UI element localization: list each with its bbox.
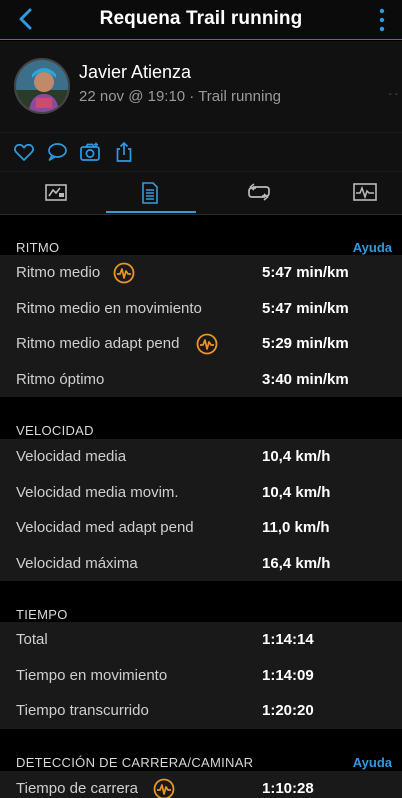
stat-label: Velocidad máxima [16, 554, 138, 572]
section-header-tiempo: TIEMPO [0, 582, 402, 622]
tab-laps[interactable] [212, 172, 304, 215]
stat-value: 1:14:09 [262, 666, 314, 684]
stat-row: Ritmo medio 5:47 min/km [0, 255, 402, 291]
stat-row: Ritmo medio en movimiento 5:47 min/km [0, 291, 402, 327]
activity-profile-header: Javier Atienza 22 nov @ 19:10 · Trail ru… [0, 41, 402, 133]
stat-row: Tiempo de carrera 1:10:28 [0, 771, 402, 798]
stat-value: 3:40 min/km [262, 370, 349, 388]
activity-tabs [0, 171, 402, 215]
section-title: VELOCIDAD [16, 423, 94, 438]
charts-icon [353, 183, 377, 201]
stat-row: Velocidad media 10,4 km/h [0, 439, 402, 475]
active-tab-indicator [106, 211, 196, 213]
stat-label: Ritmo óptimo [16, 370, 105, 388]
stat-label: Tiempo de carrera [16, 780, 138, 797]
stat-label: Tiempo transcurrido [16, 702, 149, 719]
performance-wave-icon[interactable] [196, 333, 218, 355]
stat-value: 10,4 km/h [262, 448, 331, 465]
kebab-menu-icon[interactable] [378, 8, 386, 32]
performance-wave-icon[interactable] [153, 778, 175, 798]
tab-stats[interactable] [104, 172, 196, 215]
help-link[interactable]: Ayuda [353, 240, 392, 255]
top-bar: Requena Trail running [0, 0, 402, 40]
stat-value: 16,4 km/h [262, 554, 331, 572]
placeholder-dash: - - [388, 89, 398, 100]
share-icon[interactable] [113, 141, 135, 163]
camera-icon[interactable] [79, 141, 101, 163]
section-title: TIEMPO [16, 607, 68, 622]
stat-label: Ritmo medio adapt pend [16, 335, 180, 352]
stat-row: Ritmo óptimo 3:40 min/km [0, 362, 402, 398]
heart-icon[interactable] [13, 141, 35, 163]
deteccion-rows: Tiempo de carrera 1:10:28 [0, 771, 402, 798]
tab-charts[interactable] [318, 172, 402, 215]
avatar[interactable] [14, 58, 70, 114]
help-link[interactable]: Ayuda [353, 755, 392, 770]
section-header-ritmo: RITMO Ayuda [0, 215, 402, 255]
stat-label: Tiempo en movimiento [16, 666, 168, 684]
stat-label: Velocidad media movim. [16, 483, 179, 501]
laps-icon [248, 183, 270, 201]
stat-label: Velocidad media [16, 448, 127, 465]
stat-value: 1:10:28 [262, 780, 314, 797]
stat-row: Tiempo en movimiento 1:14:09 [0, 658, 402, 694]
stats-icon [142, 182, 158, 204]
overview-icon [45, 184, 67, 201]
section-title: DETECCIÓN DE CARRERA/CAMINAR [16, 755, 254, 770]
tab-overview[interactable] [10, 172, 102, 215]
velocidad-rows: Velocidad media 10,4 km/h Velocidad medi… [0, 439, 402, 581]
stat-label: Ritmo medio [16, 264, 101, 281]
comment-icon[interactable] [46, 141, 68, 163]
stat-row: Total 1:14:14 [0, 622, 402, 658]
section-header-deteccion: DETECCIÓN DE CARRERA/CAMINAR Ayuda [0, 730, 402, 770]
tiempo-rows: Total 1:14:14 Tiempo en movimiento 1:14:… [0, 622, 402, 729]
stat-value: 5:47 min/km [262, 299, 349, 317]
stat-row: Tiempo transcurrido 1:20:20 [0, 693, 402, 729]
activity-date-type: 22 nov @ 19:10 · Trail running [79, 88, 282, 105]
stat-value: 10,4 km/h [262, 483, 331, 501]
stat-label: Ritmo medio en movimiento [16, 299, 202, 317]
stat-value: 5:47 min/km [262, 264, 349, 281]
stat-value: 1:14:14 [262, 631, 314, 648]
stat-label: Velocidad med adapt pend [16, 519, 194, 536]
stat-row: Ritmo medio adapt pend 5:29 min/km [0, 326, 402, 362]
avatar-photo [16, 60, 68, 112]
stat-value: 11,0 km/h [262, 519, 330, 536]
social-actions-bar [0, 133, 402, 171]
stat-value: 1:20:20 [262, 702, 314, 719]
athlete-name[interactable]: Javier Atienza [79, 62, 191, 83]
ritmo-rows: Ritmo medio 5:47 min/km Ritmo medio en m… [0, 255, 402, 397]
section-header-velocidad: VELOCIDAD [0, 398, 402, 438]
stat-row: Velocidad med adapt pend 11,0 km/h [0, 510, 402, 546]
stat-row: Velocidad media movim. 10,4 km/h [0, 475, 402, 511]
section-title: RITMO [16, 240, 60, 255]
stat-row: Velocidad máxima 16,4 km/h [0, 546, 402, 582]
stat-label: Total [16, 631, 48, 648]
page-title: Requena Trail running [99, 8, 303, 29]
stat-value: 5:29 min/km [262, 335, 349, 352]
performance-wave-icon[interactable] [113, 262, 135, 284]
